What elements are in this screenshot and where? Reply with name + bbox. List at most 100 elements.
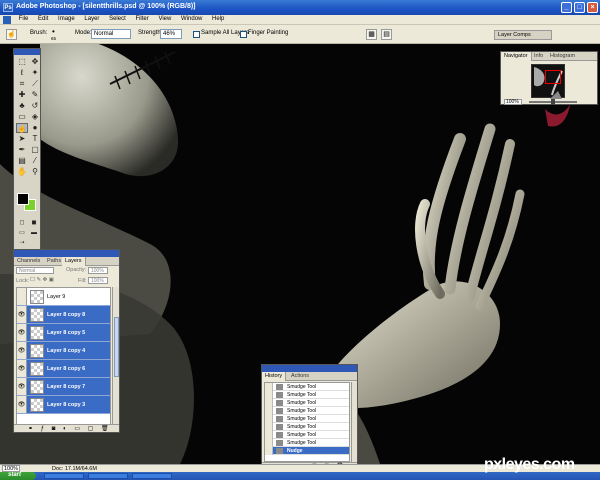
path-select-icon[interactable]: ➤ [16,134,28,144]
history-source-box[interactable] [265,390,273,399]
minimize-button[interactable]: _ [561,2,572,13]
screen-mode-standard-icon[interactable]: ▭ [17,229,27,237]
history-source-box[interactable] [265,430,273,439]
history-panel-header[interactable] [262,365,357,372]
layer-row[interactable]: 👁 Layer 8 copy 6 [17,360,110,378]
close-button[interactable]: × [587,2,598,13]
healing-brush-icon[interactable]: ✚ [16,90,28,100]
zoom-tool-icon[interactable]: ⚲ [29,167,41,177]
menu-view[interactable]: View [154,15,175,23]
brush-preview-icon[interactable]: • [52,27,55,36]
tab-actions[interactable]: Actions [288,372,312,381]
layer-row[interactable]: 👁 Layer 8 copy 5 [17,324,110,342]
move-tool-icon[interactable]: ✥ [29,57,41,67]
palette-well-icon[interactable]: ▦ [366,29,377,40]
history-source-box[interactable] [265,414,273,423]
standard-mode-icon[interactable]: ◻ [17,219,27,227]
smudge-tool-icon[interactable]: ☝ [16,123,28,133]
eyedropper-icon[interactable]: ⁄ [29,156,41,166]
history-step[interactable]: Smudge Tool [265,430,349,439]
layer-row[interactable]: Layer 9 [17,288,110,306]
layer-row[interactable]: 👁 Layer 8 copy 4 [17,342,110,360]
magic-wand-icon[interactable]: ✦ [29,68,41,78]
menu-help[interactable]: Help [208,15,228,23]
type-tool-icon[interactable]: T [29,134,41,144]
slice-tool-icon[interactable]: ⟋ [29,79,41,89]
jump-to-imageready-icon[interactable]: ⇢ [17,239,27,247]
file-browser-icon[interactable]: ▤ [381,29,392,40]
mode-select[interactable]: Normal [91,29,131,39]
history-brush-icon[interactable]: ↺ [29,101,41,111]
layers-scroll-thumb[interactable] [114,317,119,377]
sample-all-layers-checkbox[interactable] [193,31,200,38]
navigator-zoom-field[interactable]: 100% [504,99,522,105]
history-step[interactable]: Smudge Tool [265,438,349,447]
visibility-eye-icon[interactable]: 👁 [17,324,27,341]
visibility-eye-icon[interactable] [17,288,27,305]
adjustment-layer-icon[interactable]: ◐ [63,426,67,432]
layers-scrollbar[interactable] [112,287,119,425]
link-layers-icon[interactable]: ⚭ [28,426,33,432]
layer-row[interactable]: 👁 Layer 8 copy 7 [17,378,110,396]
new-group-icon[interactable]: ▭ [74,426,80,432]
status-zoom-field[interactable]: 100% [2,465,20,472]
notes-tool-icon[interactable]: ▤ [16,156,28,166]
visibility-eye-icon[interactable]: 👁 [17,306,27,323]
history-source-box[interactable] [265,398,273,407]
visibility-eye-icon[interactable]: 👁 [17,378,27,395]
tab-history[interactable]: History [262,372,287,381]
history-source-box[interactable] [265,422,273,431]
navigator-view-box[interactable] [545,70,561,84]
menu-image[interactable]: Image [54,15,79,23]
menu-layer[interactable]: Layer [80,15,103,23]
photoshop-menu-icon[interactable] [3,16,11,24]
taskbar-item[interactable] [132,473,172,479]
visibility-eye-icon[interactable]: 👁 [17,342,27,359]
tab-histogram[interactable]: Histogram [547,52,578,61]
maximize-button[interactable]: □ [574,2,585,13]
foreground-color-swatch[interactable] [17,193,29,205]
tab-channels[interactable]: Channels [14,257,43,266]
navigator-zoom-knob[interactable] [551,99,555,105]
lock-icons[interactable]: ☐ ✎ ✥ ▣ [30,277,54,283]
quick-mask-icon[interactable]: ◼ [29,219,39,227]
tab-info[interactable]: Info [531,52,546,61]
menu-file[interactable]: File [15,15,33,23]
history-source-box[interactable] [265,446,273,455]
shape-tool-icon[interactable]: ▢ [29,145,41,155]
history-source-box[interactable] [265,406,273,415]
menu-window[interactable]: Window [177,15,206,23]
history-step[interactable]: Smudge Tool [265,422,349,431]
hand-tool-icon[interactable]: ✋ [16,167,28,177]
layers-panel-header[interactable] [14,250,119,257]
trash-icon[interactable]: 🗑 [101,426,109,432]
tab-layers[interactable]: Layers [62,257,86,266]
history-step[interactable]: Smudge Tool [265,414,349,423]
history-source-box[interactable] [265,438,273,447]
menu-select[interactable]: Select [105,15,130,23]
crop-tool-icon[interactable]: ⌗ [16,79,28,89]
pen-tool-icon[interactable]: ✒ [16,145,28,155]
opacity-field[interactable]: 100% [88,267,108,274]
visibility-eye-icon[interactable]: 👁 [17,360,27,377]
taskbar-item[interactable] [44,473,84,479]
history-step[interactable]: Smudge Tool [265,398,349,407]
screen-mode-full-icon[interactable]: ▬ [29,229,39,237]
lasso-tool-icon[interactable]: ℓ [16,68,28,78]
layer-style-icon[interactable]: ƒ [41,426,44,432]
menu-filter[interactable]: Filter [131,15,152,23]
clone-stamp-icon[interactable]: ♣ [16,101,28,111]
smudge-tool-preset-icon[interactable]: ☝ [6,29,17,40]
start-button[interactable]: start [0,472,36,480]
layer-comps-tab[interactable]: Layer Comps [494,30,552,40]
menu-edit[interactable]: Edit [34,15,52,23]
dodge-tool-icon[interactable]: ● [29,123,41,133]
history-step[interactable]: Smudge Tool [265,406,349,415]
history-step[interactable]: Nudge [265,446,349,455]
history-source-box[interactable] [265,382,273,391]
finger-painting-checkbox[interactable] [240,31,247,38]
taskbar-item[interactable] [88,473,128,479]
eraser-tool-icon[interactable]: ▭ [16,112,28,122]
brush-tool-icon[interactable]: ✎ [29,90,41,100]
paint-bucket-icon[interactable]: ◈ [29,112,41,122]
